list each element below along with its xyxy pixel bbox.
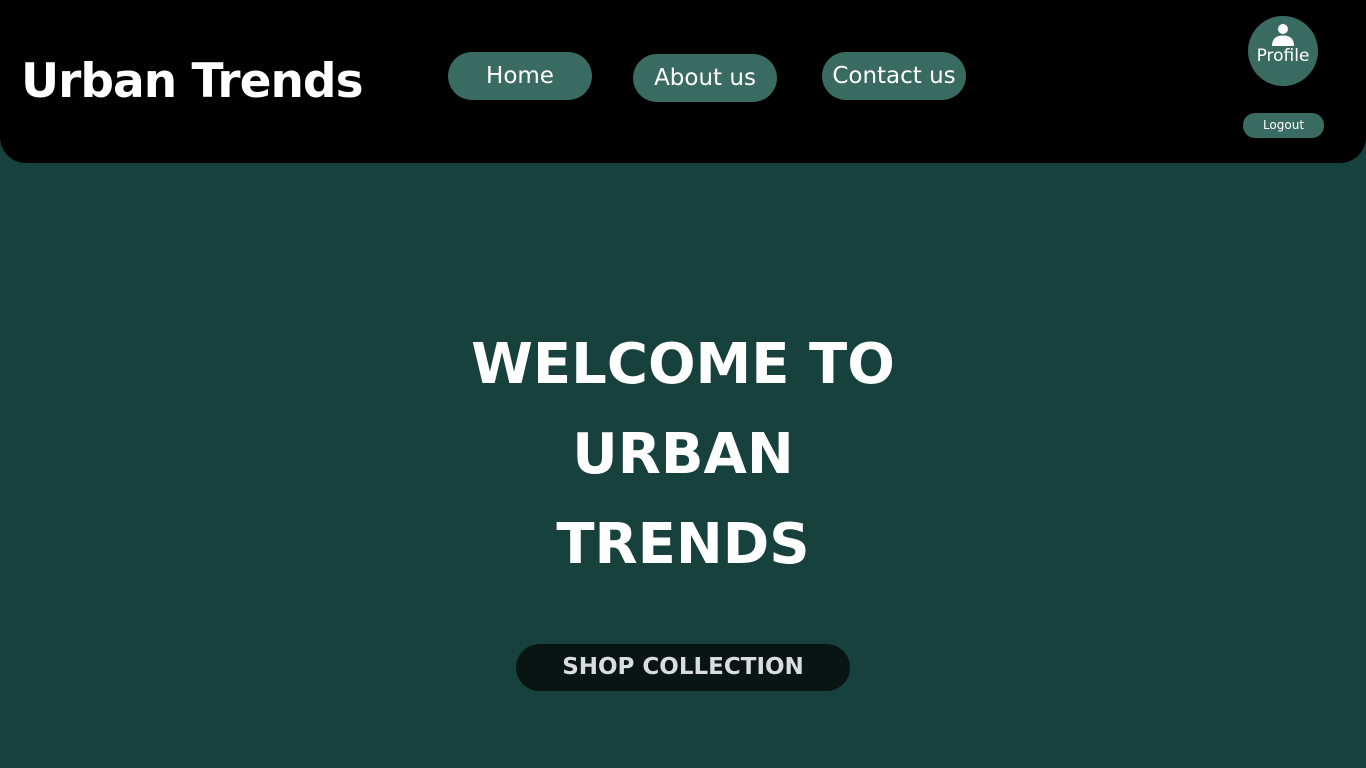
top-header: Urban Trends Home About us Contact us Pr…	[0, 0, 1366, 163]
hero-line-1: WELCOME TO	[471, 332, 895, 397]
nav-home-button[interactable]: Home	[448, 52, 592, 100]
user-icon	[1272, 24, 1294, 46]
profile-button[interactable]: Profile	[1248, 16, 1318, 86]
logout-button[interactable]: Logout	[1243, 113, 1324, 138]
brand-logo-text[interactable]: Urban Trends	[21, 51, 364, 113]
profile-label: Profile	[1256, 46, 1310, 66]
hero-line-3: TRENDS	[556, 512, 810, 577]
shop-collection-button[interactable]: SHOP COLLECTION	[516, 644, 850, 691]
nav-contact-button[interactable]: Contact us	[822, 52, 966, 100]
hero-heading: WELCOME TO URBAN TRENDS	[383, 320, 983, 590]
nav-about-button[interactable]: About us	[633, 54, 777, 102]
hero-line-2: URBAN	[572, 422, 794, 487]
